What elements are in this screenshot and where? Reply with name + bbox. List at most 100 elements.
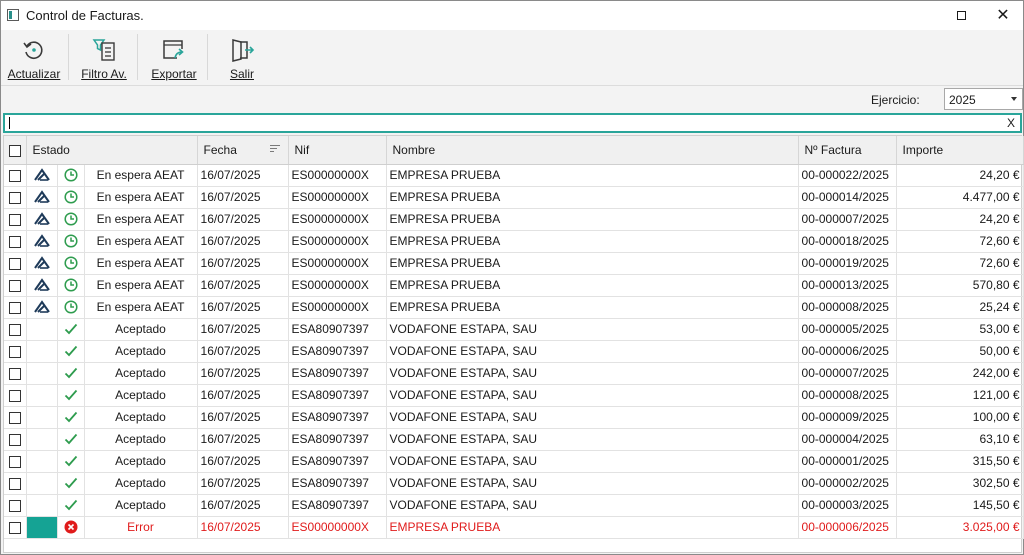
- salir-button[interactable]: Salir: [217, 33, 267, 83]
- nombre-cell: EMPRESA PRUEBA: [386, 252, 799, 275]
- header-fecha[interactable]: Fecha: [197, 136, 289, 165]
- close-button[interactable]: ✕: [981, 1, 1024, 30]
- header-estado[interactable]: Estado: [26, 136, 198, 165]
- table-row[interactable]: Aceptado 16/07/2025 ESA80907397 VODAFONE ES…: [4, 340, 1024, 363]
- row-checkbox[interactable]: [9, 367, 21, 380]
- row-checkbox-cell[interactable]: [4, 186, 27, 209]
- table-row[interactable]: Aceptado 16/07/2025 ESA80907397 VODAFONE ES…: [4, 428, 1024, 451]
- row-checkbox-cell[interactable]: [4, 340, 27, 363]
- nombre-cell: VODAFONE ESTAPA, SAU: [386, 450, 799, 473]
- exportar-button[interactable]: Exportar: [146, 33, 202, 83]
- table-row[interactable]: En espera AEAT 16/07/2025 ES00000000X EMPRE…: [4, 296, 1024, 319]
- table-row[interactable]: En espera AEAT 16/07/2025 ES00000000X EMPRE…: [4, 186, 1024, 209]
- table-row[interactable]: Error 16/07/2025 ES00000000X EMPRESA PRUEBA…: [4, 516, 1024, 539]
- row-checkbox[interactable]: [9, 235, 21, 248]
- factura-cell: 00-000006/2025: [798, 340, 897, 363]
- header-factura[interactable]: Nº Factura: [798, 136, 897, 165]
- row-checkbox-cell[interactable]: [4, 208, 27, 231]
- row-checkbox[interactable]: [9, 323, 21, 336]
- row-checkbox-cell[interactable]: [4, 384, 27, 407]
- row-checkbox-cell[interactable]: [4, 516, 27, 539]
- row-checkbox[interactable]: [9, 521, 21, 534]
- nombre-cell: VODAFONE ESTAPA, SAU: [386, 472, 799, 495]
- status-icon-cell: [57, 208, 85, 231]
- maximize-button[interactable]: [939, 1, 983, 30]
- row-checkbox-cell[interactable]: [4, 318, 27, 341]
- clock-icon: [58, 278, 84, 292]
- table-row[interactable]: Aceptado 16/07/2025 ESA80907397 VODAFONE ES…: [4, 406, 1024, 429]
- row-type-cell: [26, 252, 58, 275]
- actualizar-label: Actualizar: [7, 67, 61, 81]
- row-checkbox-cell[interactable]: [4, 296, 27, 319]
- row-checkbox[interactable]: [9, 301, 21, 314]
- row-checkbox[interactable]: [9, 169, 21, 182]
- nif-cell: ES00000000X: [288, 252, 387, 275]
- actualizar-button[interactable]: Actualizar: [5, 33, 63, 83]
- row-checkbox[interactable]: [9, 411, 21, 424]
- row-type-cell: [26, 384, 58, 407]
- row-type-cell: [26, 362, 58, 385]
- row-checkbox[interactable]: [9, 389, 21, 402]
- row-checkbox[interactable]: [9, 191, 21, 204]
- table-row[interactable]: En espera AEAT 16/07/2025 ES00000000X EMPRE…: [4, 274, 1024, 297]
- search-input[interactable]: [5, 115, 995, 131]
- select-all-checkbox[interactable]: [9, 144, 21, 157]
- select-all-header[interactable]: [4, 136, 27, 165]
- filtro-label: Filtro Av.: [81, 67, 127, 81]
- table-row[interactable]: En espera AEAT 16/07/2025 ES00000000X EMPRE…: [4, 252, 1024, 275]
- fecha-cell: 16/07/2025: [197, 318, 289, 341]
- table-row[interactable]: En espera AEAT 16/07/2025 ES00000000X EMPRE…: [4, 164, 1024, 187]
- nombre-cell: EMPRESA PRUEBA: [386, 164, 799, 187]
- filtro-avanzado-button[interactable]: Filtro Av.: [77, 33, 131, 83]
- row-type-cell: [26, 318, 58, 341]
- nif-cell: ESA80907397: [288, 384, 387, 407]
- status-icon-cell: [57, 186, 85, 209]
- nif-cell: ES00000000X: [288, 296, 387, 319]
- row-checkbox-cell[interactable]: [4, 274, 27, 297]
- row-checkbox[interactable]: [9, 455, 21, 468]
- nombre-cell: EMPRESA PRUEBA: [386, 274, 799, 297]
- table-row[interactable]: En espera AEAT 16/07/2025 ES00000000X EMPRE…: [4, 208, 1024, 231]
- row-checkbox[interactable]: [9, 213, 21, 226]
- row-checkbox-cell[interactable]: [4, 164, 27, 187]
- invoice-control-window: Control de Facturas. ✕ Actualizar Filtro…: [0, 0, 1024, 555]
- row-checkbox-cell[interactable]: [4, 230, 27, 253]
- table-row[interactable]: Aceptado 16/07/2025 ESA80907397 VODAFONE ES…: [4, 318, 1024, 341]
- filter-list-icon: [92, 39, 115, 61]
- nif-cell: ESA80907397: [288, 472, 387, 495]
- fecha-cell: 16/07/2025: [197, 230, 289, 253]
- table-row[interactable]: Aceptado 16/07/2025 ESA80907397 VODAFONE ES…: [4, 362, 1024, 385]
- row-checkbox-cell[interactable]: [4, 428, 27, 451]
- row-checkbox-cell[interactable]: [4, 252, 27, 275]
- row-checkbox-cell[interactable]: [4, 406, 27, 429]
- table-row[interactable]: Aceptado 16/07/2025 ESA80907397 VODAFONE ES…: [4, 450, 1024, 473]
- row-checkbox[interactable]: [9, 499, 21, 512]
- header-nombre[interactable]: Nombre: [386, 136, 799, 165]
- factura-cell: 00-000001/2025: [798, 450, 897, 473]
- ejercicio-select[interactable]: 2025: [944, 88, 1023, 110]
- status-icon-cell: [57, 252, 85, 275]
- row-checkbox[interactable]: [9, 433, 21, 446]
- status-icon-cell: [57, 340, 85, 363]
- fecha-cell: 16/07/2025: [197, 494, 289, 517]
- ejercicio-label: Ejercicio:: [871, 93, 920, 107]
- fecha-cell: 16/07/2025: [197, 208, 289, 231]
- clear-search-button[interactable]: X: [1007, 116, 1015, 130]
- row-checkbox[interactable]: [9, 477, 21, 490]
- row-checkbox-cell[interactable]: [4, 450, 27, 473]
- row-checkbox-cell[interactable]: [4, 494, 27, 517]
- search-box: X: [3, 113, 1022, 133]
- row-checkbox[interactable]: [9, 279, 21, 292]
- nif-cell: ESA80907397: [288, 362, 387, 385]
- fecha-cell: 16/07/2025: [197, 362, 289, 385]
- row-checkbox-cell[interactable]: [4, 472, 27, 495]
- header-importe[interactable]: Importe: [896, 136, 1024, 165]
- row-checkbox[interactable]: [9, 257, 21, 270]
- table-row[interactable]: En espera AEAT 16/07/2025 ES00000000X EMPRE…: [4, 230, 1024, 253]
- table-row[interactable]: Aceptado 16/07/2025 ESA80907397 VODAFONE ES…: [4, 384, 1024, 407]
- row-checkbox-cell[interactable]: [4, 362, 27, 385]
- table-row[interactable]: Aceptado 16/07/2025 ESA80907397 VODAFONE ES…: [4, 494, 1024, 517]
- header-nif[interactable]: Nif: [288, 136, 387, 165]
- row-checkbox[interactable]: [9, 345, 21, 358]
- table-row[interactable]: Aceptado 16/07/2025 ESA80907397 VODAFONE ES…: [4, 472, 1024, 495]
